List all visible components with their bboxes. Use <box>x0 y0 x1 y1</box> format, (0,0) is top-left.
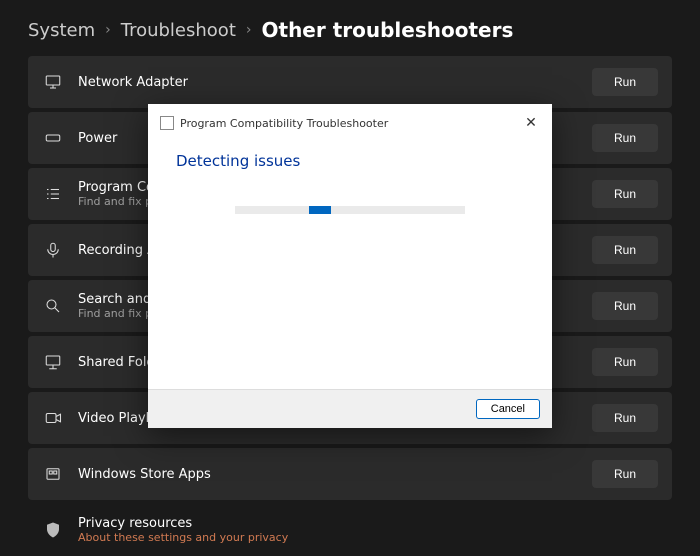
close-icon[interactable]: ✕ <box>522 114 540 132</box>
run-button[interactable]: Run <box>592 68 658 96</box>
cancel-button[interactable]: Cancel <box>476 399 540 419</box>
run-button[interactable]: Run <box>592 124 658 152</box>
troubleshooter-row: Network AdapterRun <box>28 56 672 108</box>
breadcrumb: System › Troubleshoot › Other troublesho… <box>0 0 700 56</box>
page-title: Other troubleshooters <box>262 18 514 42</box>
breadcrumb-system[interactable]: System <box>28 20 95 41</box>
row-text: Windows Store Apps <box>78 467 592 482</box>
dialog-header: Program Compatibility Troubleshooter ✕ <box>148 104 552 138</box>
row-title: Network Adapter <box>78 75 592 90</box>
privacy-link[interactable]: About these settings and your privacy <box>78 531 658 544</box>
store-icon <box>42 463 64 485</box>
breadcrumb-troubleshoot[interactable]: Troubleshoot <box>121 20 236 41</box>
row-text: Network Adapter <box>78 75 592 90</box>
shared-icon <box>42 351 64 373</box>
run-button[interactable]: Run <box>592 292 658 320</box>
progress-fill <box>309 206 331 214</box>
list-icon <box>42 183 64 205</box>
mic-icon <box>42 239 64 261</box>
dialog-app-name: Program Compatibility Troubleshooter <box>180 117 388 130</box>
privacy-title: Privacy resources <box>78 516 658 531</box>
dialog-footer: Cancel <box>148 389 552 428</box>
row-text: Privacy resourcesAbout these settings an… <box>78 516 658 544</box>
dialog-body: Detecting issues <box>148 138 552 389</box>
power-icon <box>42 127 64 149</box>
video-icon <box>42 407 64 429</box>
dialog-heading: Detecting issues <box>176 152 524 170</box>
privacy-resources: Privacy resourcesAbout these settings an… <box>28 504 672 556</box>
progress-bar <box>235 206 465 214</box>
row-title: Windows Store Apps <box>78 467 592 482</box>
run-button[interactable]: Run <box>592 236 658 264</box>
run-button[interactable]: Run <box>592 404 658 432</box>
run-button[interactable]: Run <box>592 180 658 208</box>
search-icon <box>42 295 64 317</box>
chevron-right-icon: › <box>105 22 111 38</box>
run-button[interactable]: Run <box>592 348 658 376</box>
monitor-icon <box>42 71 64 93</box>
chevron-right-icon: › <box>246 22 252 38</box>
run-button[interactable]: Run <box>592 460 658 488</box>
troubleshooter-dialog: Program Compatibility Troubleshooter ✕ D… <box>148 104 552 428</box>
troubleshooter-row: Windows Store AppsRun <box>28 448 672 500</box>
shield-icon <box>42 519 64 541</box>
app-icon <box>160 116 174 130</box>
